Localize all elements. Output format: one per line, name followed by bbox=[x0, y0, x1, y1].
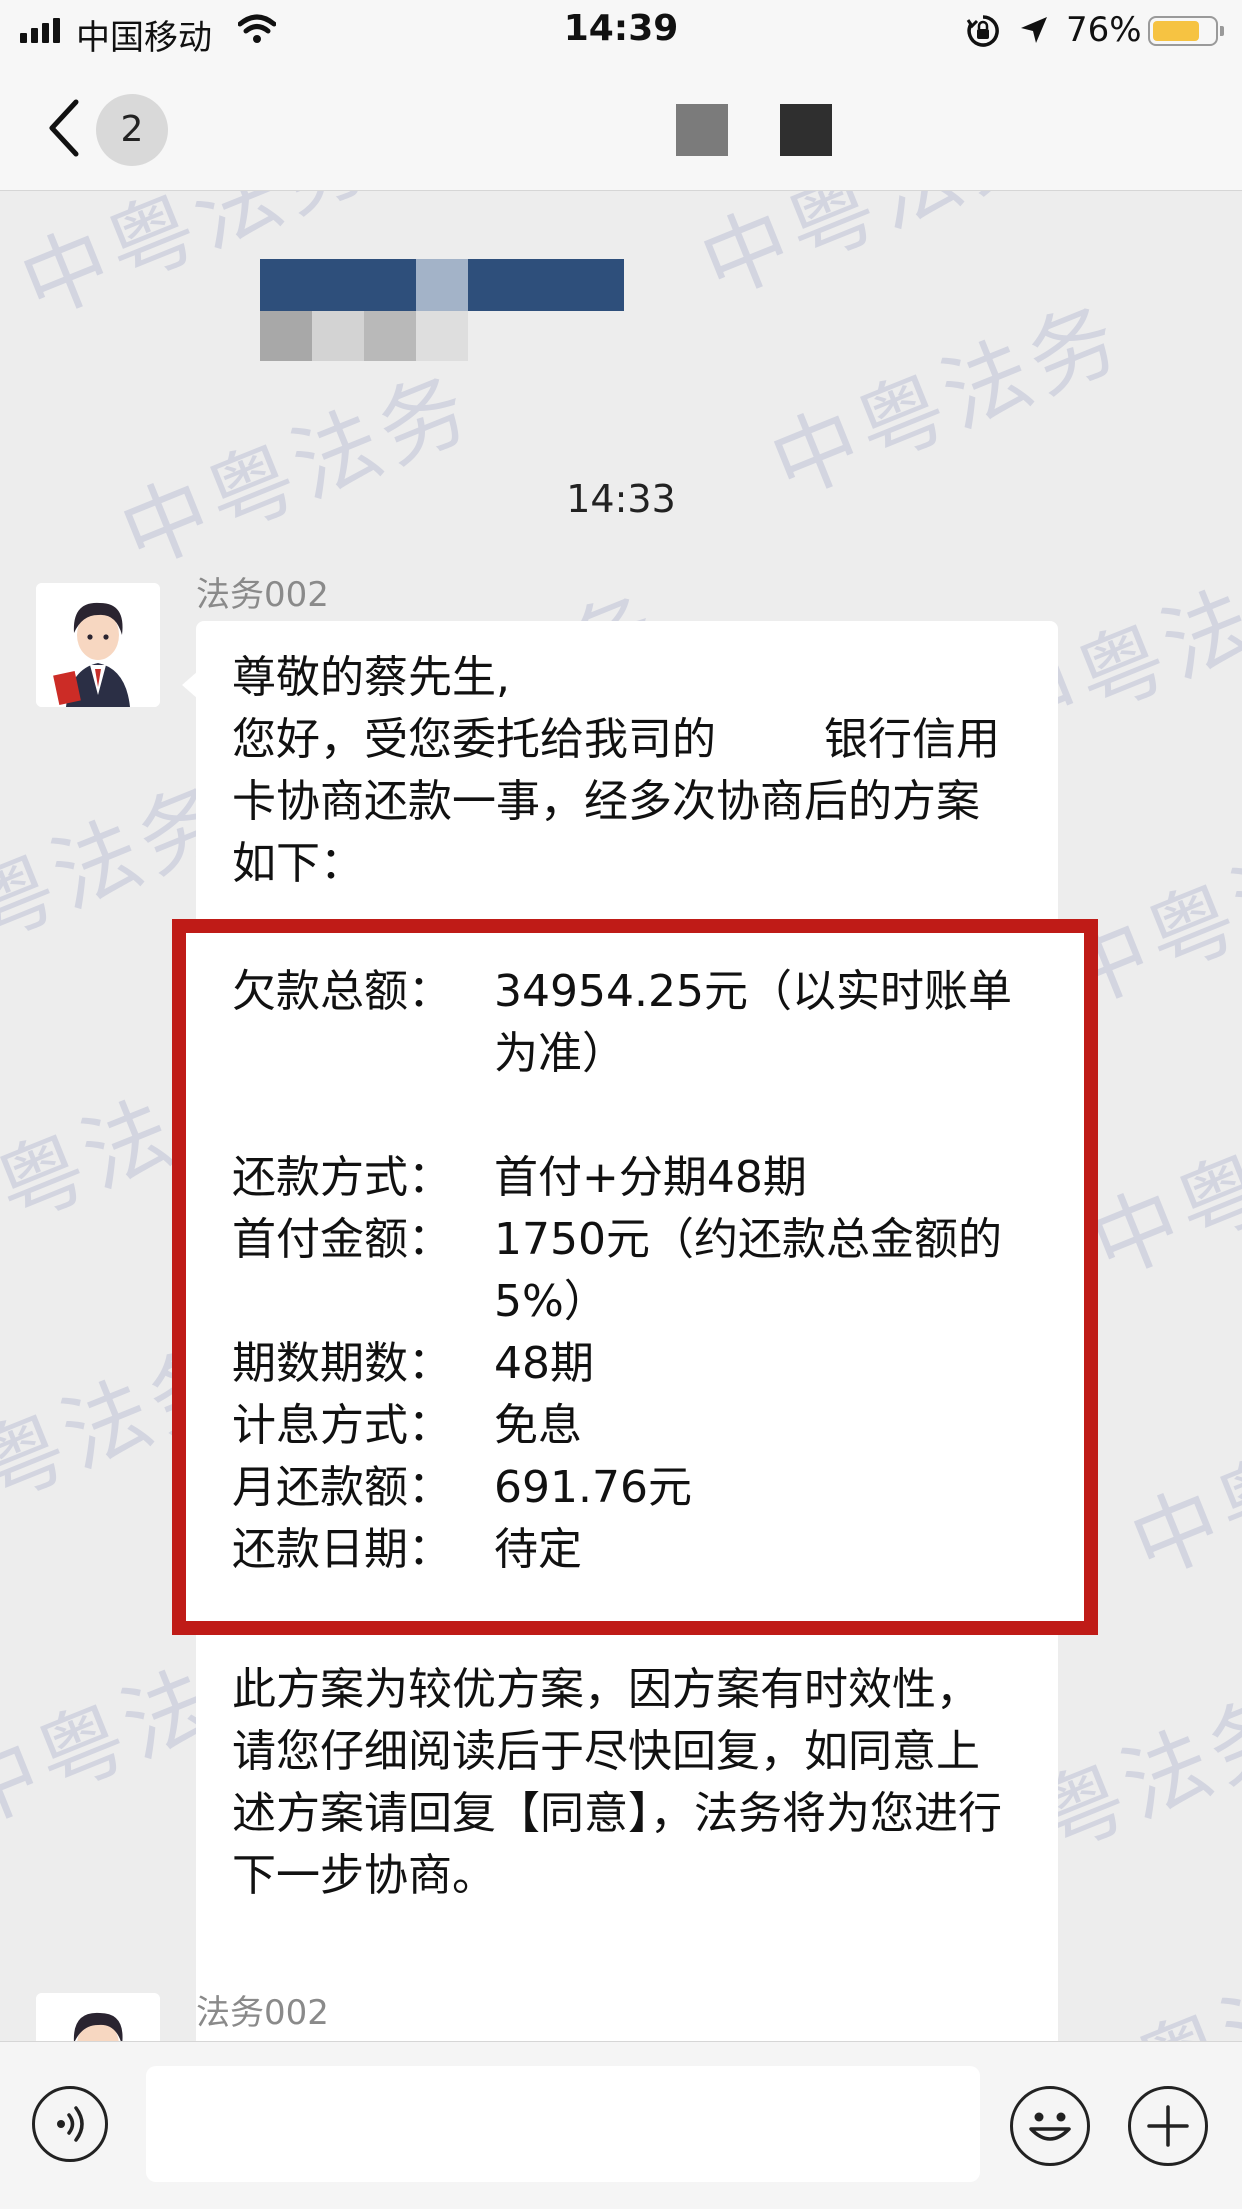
battery-level bbox=[1153, 21, 1199, 41]
plus-icon bbox=[1147, 2105, 1189, 2147]
plan-label: 计息方式： bbox=[232, 1400, 452, 1451]
intro-text-a: 您好，受您委托给我司的 bbox=[232, 714, 716, 765]
plan-row: 月还款额： 691.76元 bbox=[232, 1457, 1054, 1519]
input-bar bbox=[0, 2041, 1242, 2209]
message-input[interactable] bbox=[146, 2066, 980, 2182]
emoji-button[interactable] bbox=[1010, 2086, 1090, 2166]
watermark-text: 中粤法务 bbox=[687, 191, 1067, 317]
watermark-text: 中粤法务 bbox=[107, 356, 487, 587]
lawyer-avatar-icon bbox=[36, 1993, 160, 2041]
plan-label: 还款方式： bbox=[232, 1152, 452, 1203]
plan-label: 期数期数： bbox=[232, 1338, 452, 1389]
voice-icon bbox=[57, 2106, 84, 2142]
battery-nub bbox=[1220, 26, 1224, 36]
redacted-title-block bbox=[676, 104, 728, 156]
lawyer-avatar-icon bbox=[36, 583, 160, 707]
battery-percent: 76% bbox=[1066, 10, 1142, 50]
plan-value: 待定 bbox=[494, 1524, 582, 1575]
orientation-lock-icon bbox=[966, 15, 999, 47]
plan-row: 首付金额： 1750元（约还款总金额的5%） bbox=[232, 1209, 1024, 1333]
sender-name: 法务002 bbox=[196, 1993, 329, 2033]
location-arrow-icon bbox=[1021, 17, 1047, 43]
plan-value: 48期 bbox=[494, 1338, 594, 1389]
message-closing: 此方案为较优方案，因方案有时效性，请您仔细阅读后于尽快回复，如同意上述方案请回复… bbox=[232, 1664, 1002, 1901]
plan-row: 还款方式： 首付+分期48期 bbox=[232, 1147, 1054, 1209]
plan-row: 期数期数： 48期 bbox=[232, 1333, 1054, 1395]
greeting-text: 尊敬的蔡先生, bbox=[232, 652, 510, 703]
plan-label: 还款日期： bbox=[232, 1524, 452, 1575]
plan-row: 计息方式： 免息 bbox=[232, 1395, 1054, 1457]
plan-value: 免息 bbox=[494, 1400, 582, 1451]
status-bar: 中国移动 14:39 76% bbox=[0, 0, 1242, 64]
plan-value: 34954.25元（以实时账单为准） bbox=[494, 966, 1012, 1079]
plan-value: 691.76元 bbox=[494, 1462, 692, 1513]
avatar[interactable] bbox=[36, 1993, 160, 2041]
message-timestamp: 14:33 bbox=[566, 477, 676, 521]
emoji-icon bbox=[1029, 2112, 1071, 2141]
message-intro: 尊敬的蔡先生, 您好，受您委托给我司的 银行信用卡协商还款一事，经多次协商后的方案… bbox=[232, 647, 1022, 895]
back-chevron-icon[interactable] bbox=[44, 98, 84, 158]
plan-value: 1750元（约还款总金额的5%） bbox=[494, 1214, 1002, 1327]
avatar[interactable] bbox=[36, 583, 160, 707]
plan-label: 首付金额： bbox=[232, 1214, 452, 1265]
watermark-text: 中粤法务 bbox=[1030, 1907, 1242, 2041]
plus-button[interactable] bbox=[1128, 2086, 1208, 2166]
plan-row: 欠款总额： 34954.25元（以实时账单为准） bbox=[232, 961, 1014, 1085]
redacted-title-block bbox=[780, 104, 832, 156]
plan-value: 首付+分期48期 bbox=[494, 1152, 807, 1203]
sender-name: 法务002 bbox=[196, 575, 329, 615]
voice-button[interactable] bbox=[32, 2086, 108, 2162]
plan-label: 月还款额： bbox=[232, 1462, 452, 1513]
unread-count-badge[interactable]: 2 bbox=[96, 94, 168, 166]
chat-area[interactable]: 中粤法务 中粤法务 中粤法务 中粤法务 中粤法务 中粤法务 中粤法务 中粤法务 … bbox=[0, 191, 1242, 2041]
plan-label: 欠款总额： bbox=[232, 966, 452, 1017]
plan-row: 还款日期： 待定 bbox=[232, 1519, 1054, 1581]
nav-bar: 2 bbox=[0, 64, 1242, 191]
watermark-text: 中粤法务 bbox=[1117, 1366, 1242, 1597]
clock-time: 14:39 bbox=[563, 8, 679, 49]
battery-icon bbox=[1148, 16, 1218, 46]
